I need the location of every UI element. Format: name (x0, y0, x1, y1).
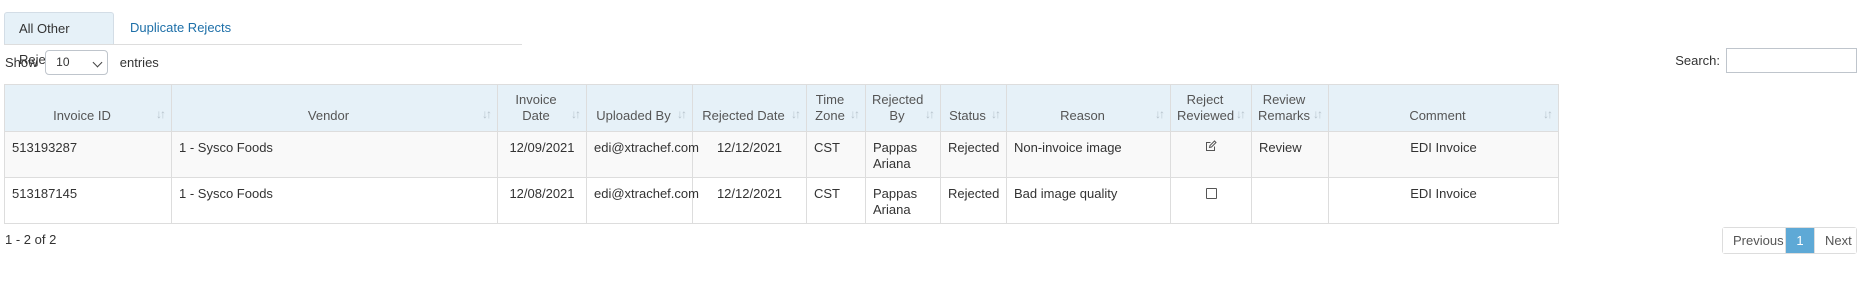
table-row: 513187145 1 - Sysco Foods 12/08/2021 edi… (4, 177, 1559, 224)
col-header-reason[interactable]: Reason ↓↑ (1006, 84, 1171, 132)
sort-icon: ↓↑ (156, 107, 166, 121)
cell-rejected-date: 12/12/2021 (692, 131, 807, 178)
cell-reason: Non-invoice image (1006, 131, 1171, 178)
sort-icon: ↓↑ (991, 107, 1001, 121)
cell-invoice-date: 12/09/2021 (497, 131, 587, 178)
sort-icon: ↓↑ (791, 107, 801, 121)
page-1-button[interactable]: 1 (1786, 228, 1814, 253)
sort-icon: ↓↑ (925, 107, 935, 121)
cell-review-remarks (1251, 177, 1329, 224)
cell-reject-reviewed (1170, 131, 1252, 178)
col-header-status[interactable]: Status ↓↑ (940, 84, 1007, 132)
cell-reject-reviewed (1170, 177, 1252, 224)
cell-reason: Bad image quality (1006, 177, 1171, 224)
col-header-review-remarks[interactable]: Review Remarks ↓↑ (1251, 84, 1329, 132)
cell-uploaded-by: edi@xtrachef.com (586, 131, 699, 178)
checkbox-icon[interactable] (1205, 188, 1217, 199)
cell-rejected-by: Pappas Ariana (865, 131, 941, 178)
search-input[interactable] (1726, 48, 1857, 73)
cell-rejected-by: Pappas Ariana (865, 177, 941, 224)
edit-icon[interactable] (1205, 140, 1217, 152)
cell-vendor: 1 - Sysco Foods (171, 177, 498, 224)
cell-uploaded-by: edi@xtrachef.com (586, 177, 699, 224)
cell-comment: EDI Invoice (1328, 131, 1559, 178)
sort-icon: ↓↑ (850, 107, 860, 121)
sort-icon: ↓↑ (571, 107, 581, 121)
cell-status: Rejected (940, 131, 1007, 178)
previous-page-button[interactable]: Previous (1723, 228, 1786, 253)
sort-icon: ↓↑ (482, 107, 492, 121)
col-header-comment[interactable]: Comment ↓↑ (1328, 84, 1559, 132)
col-header-invoice-id[interactable]: Invoice ID ↓↑ (4, 84, 172, 132)
table-info: 1 - 2 of 2 (5, 232, 57, 247)
table-header-row: Invoice ID ↓↑ Vendor ↓↑ Invoice Date ↓↑ Upl… (4, 84, 1559, 132)
rejects-table: Invoice ID ↓↑ Vendor ↓↑ Invoice Date ↓↑ Upl… (4, 84, 1559, 224)
col-header-rejected-by[interactable]: Rejected By ↓↑ (865, 84, 941, 132)
page-length-value: 10 (56, 55, 70, 70)
cell-invoice-date: 12/08/2021 (497, 177, 587, 224)
cell-time-zone: CST (806, 131, 866, 178)
tab-all-other-rejects[interactable]: All Other Rejects (4, 12, 114, 67)
page-length-select[interactable]: 10 (45, 50, 109, 76)
tab-bar: All Other Rejects Duplicate Rejects (4, 12, 522, 67)
pagination: Previous 1 Next (1722, 227, 1857, 254)
col-header-invoice-date[interactable]: Invoice Date ↓↑ (497, 84, 587, 132)
page-length-control: Show 10 entries (5, 49, 159, 76)
table-row: 513193287 1 - Sysco Foods 12/09/2021 edi… (4, 131, 1559, 178)
sort-icon: ↓↑ (677, 107, 687, 121)
search-label: Search: (1675, 53, 1720, 68)
col-header-time-zone[interactable]: Time Zone ↓↑ (806, 84, 866, 132)
tab-duplicate-rejects[interactable]: Duplicate Rejects (116, 12, 245, 44)
cell-invoice-id: 513193287 (4, 131, 172, 178)
cell-review-remarks: Review (1251, 131, 1329, 178)
entries-label: entries (119, 55, 159, 71)
cell-vendor: 1 - Sysco Foods (171, 131, 498, 178)
cell-comment: EDI Invoice (1328, 177, 1559, 224)
sort-icon: ↓↑ (1313, 107, 1323, 121)
cell-rejected-date: 12/12/2021 (692, 177, 807, 224)
col-header-uploaded-by[interactable]: Uploaded By ↓↑ (586, 84, 693, 132)
col-header-rejected-date[interactable]: Rejected Date ↓↑ (692, 84, 807, 132)
sort-icon: ↓↑ (1155, 107, 1165, 121)
next-page-button[interactable]: Next (1814, 228, 1856, 253)
col-header-vendor[interactable]: Vendor ↓↑ (171, 84, 498, 132)
sort-icon: ↓↑ (1236, 107, 1246, 121)
cell-invoice-id: 513187145 (4, 177, 172, 224)
col-header-reject-reviewed[interactable]: Reject Reviewed ↓↑ (1170, 84, 1252, 132)
cell-time-zone: CST (806, 177, 866, 224)
cell-status: Rejected (940, 177, 1007, 224)
chevron-down-icon (92, 57, 103, 68)
sort-icon: ↓↑ (1543, 107, 1553, 121)
show-label: Show (5, 55, 38, 71)
